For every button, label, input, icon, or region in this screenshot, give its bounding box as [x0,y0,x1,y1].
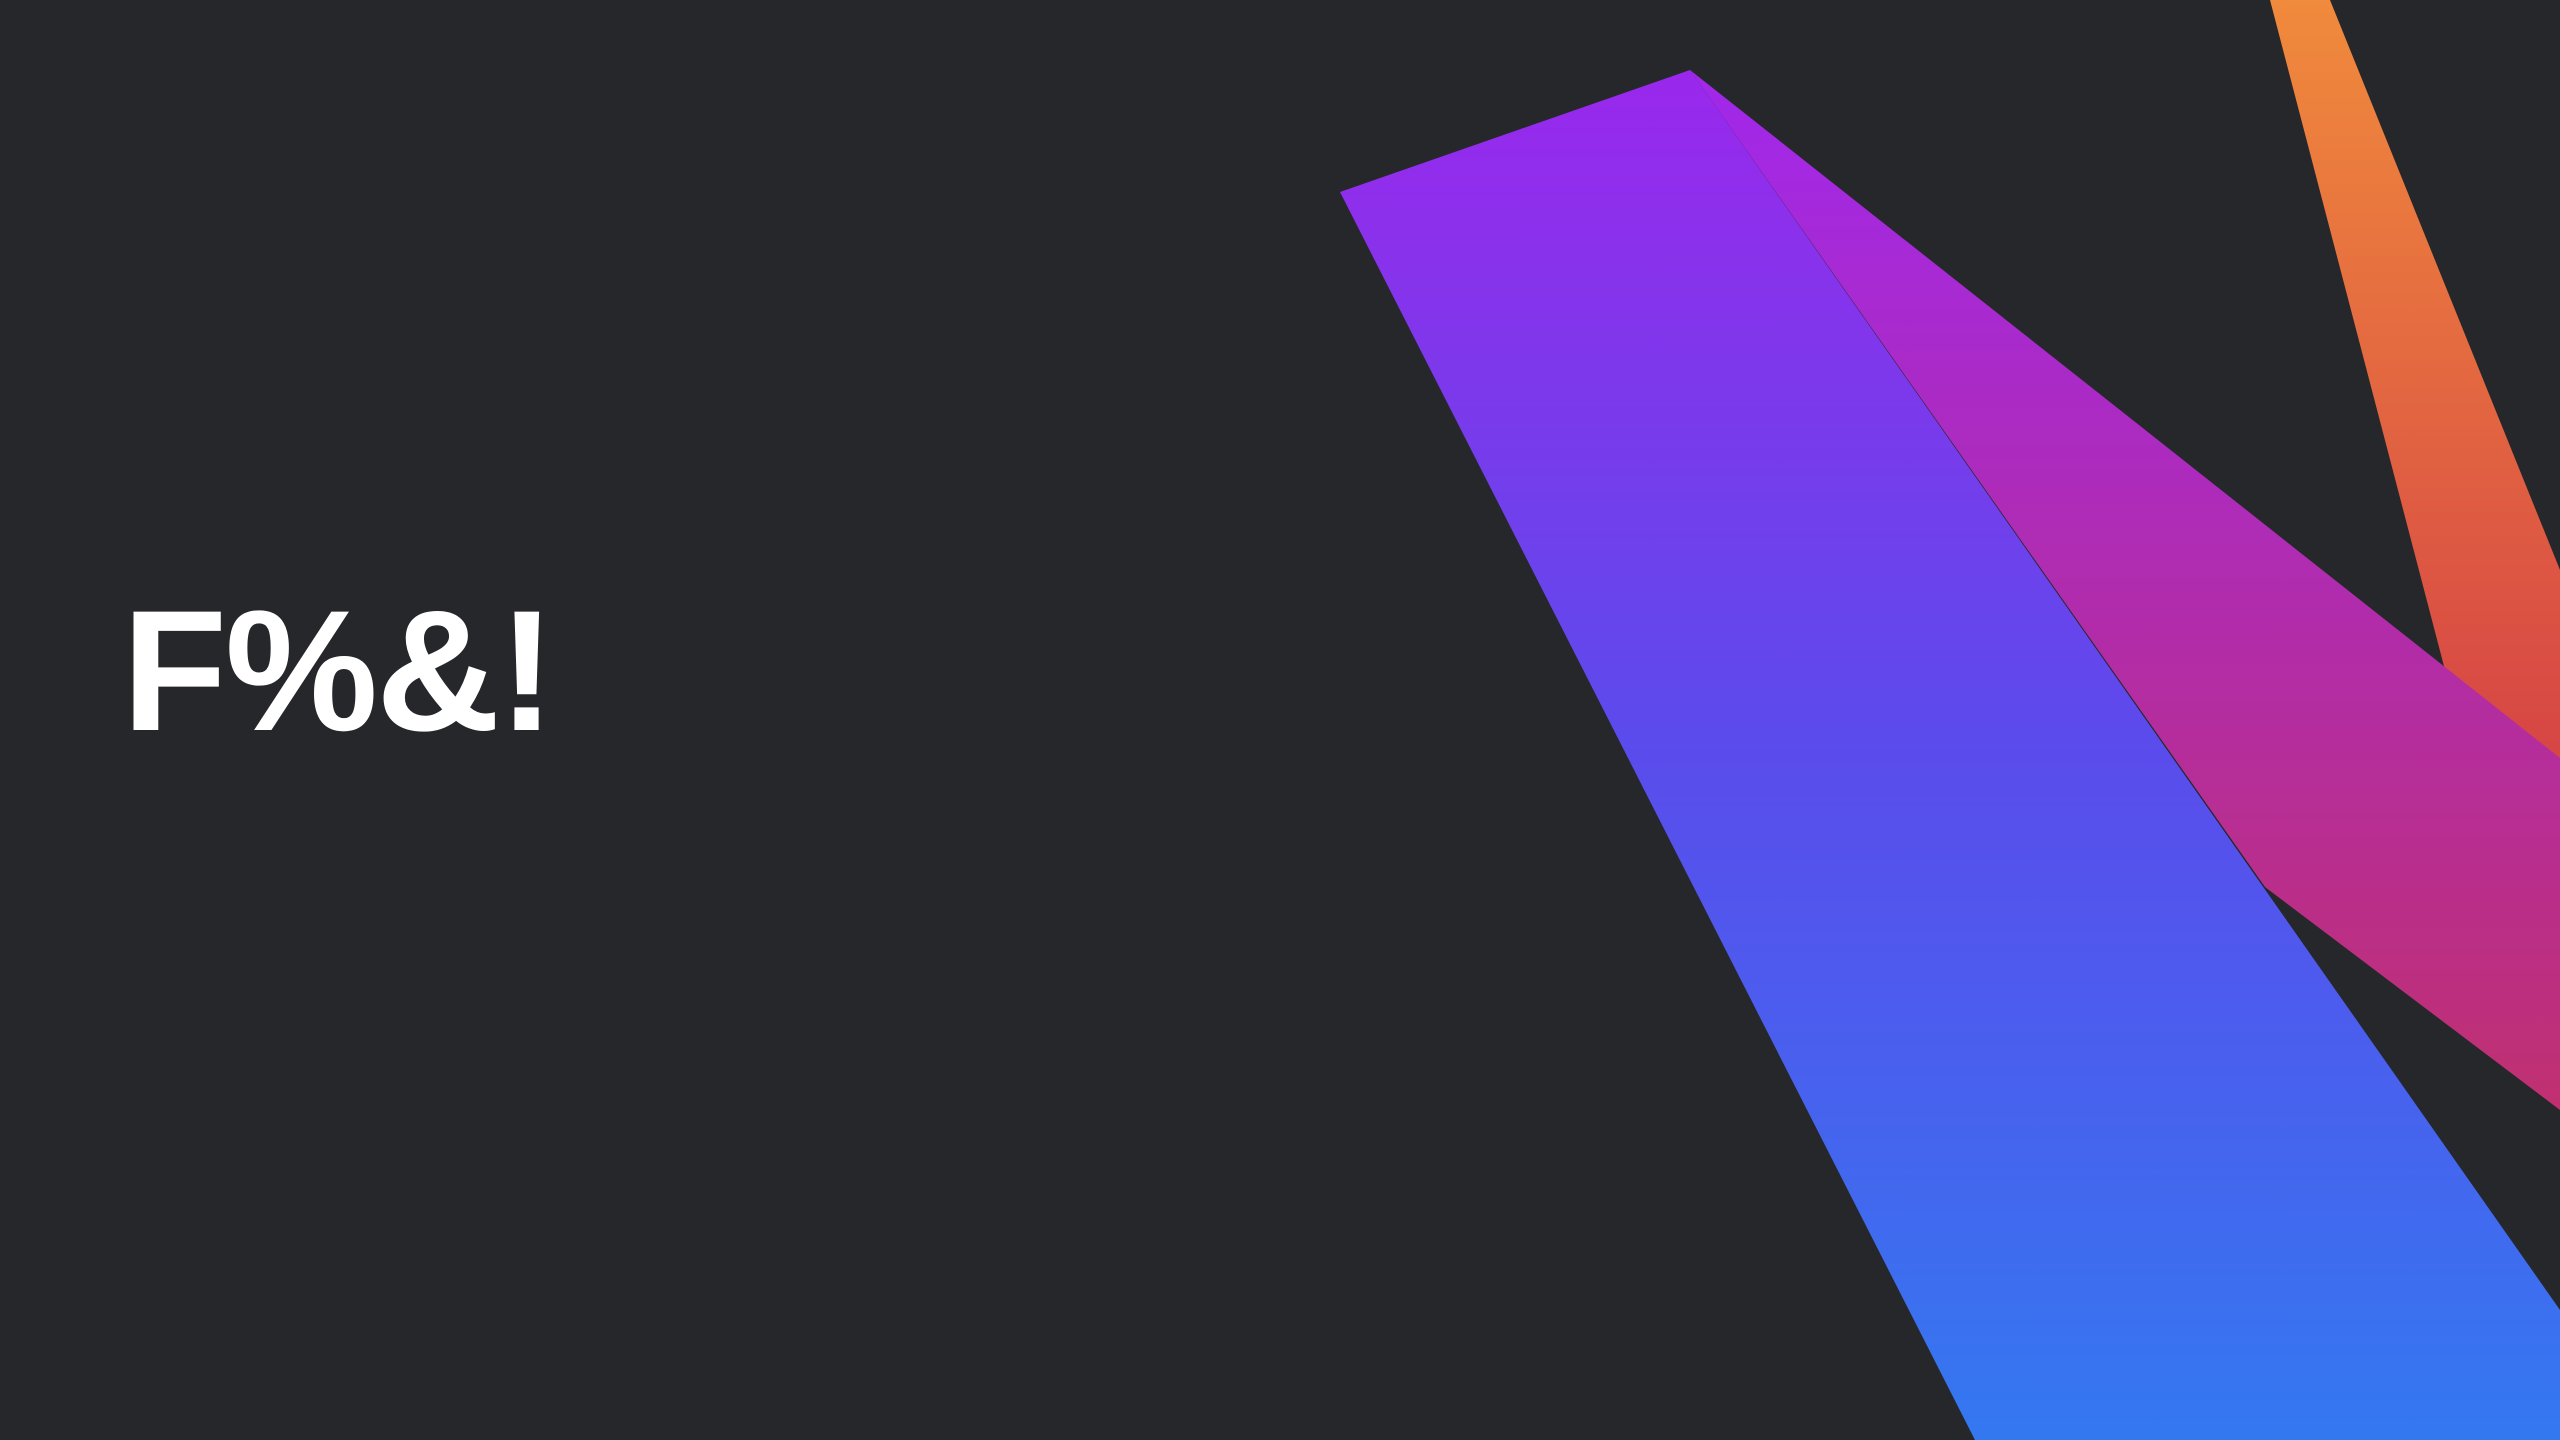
splash-screen: F%&! [0,0,2560,1440]
headline-text: F%&! [122,575,555,767]
